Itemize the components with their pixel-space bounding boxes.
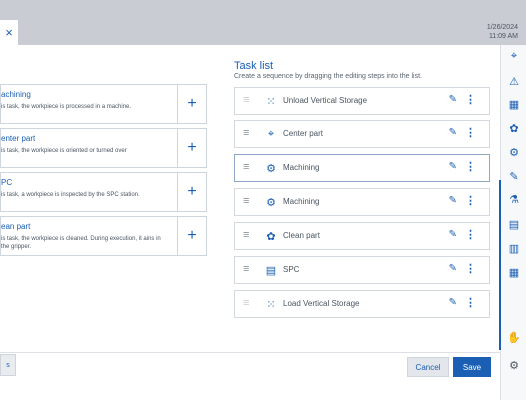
- footer-left-button[interactable]: s: [0, 354, 16, 376]
- task-name: Unload Vertical Storage: [283, 96, 368, 105]
- edit-icon[interactable]: ✎: [449, 263, 457, 274]
- add-step-button[interactable]: +: [177, 85, 206, 123]
- edit-icon[interactable]: ✎: [449, 127, 457, 138]
- add-step-button[interactable]: +: [177, 217, 206, 255]
- more-options-icon[interactable]: ⋮: [465, 262, 476, 275]
- task-item[interactable]: ≡ ▤ SPC ✎ ⋮: [234, 256, 490, 284]
- drag-handle-icon[interactable]: ≡: [243, 195, 249, 207]
- step-title: PC: [1, 178, 13, 187]
- edit-icon[interactable]: ✎: [449, 94, 457, 105]
- more-options-icon[interactable]: ⋮: [465, 160, 476, 173]
- time-text: 11:09 AM: [488, 33, 518, 40]
- step-description: is task, a workpiece is inspected by the…: [1, 192, 140, 198]
- more-options-icon[interactable]: ⋮: [465, 296, 476, 309]
- more-options-icon[interactable]: ⋮: [465, 126, 476, 139]
- step-card-center-part: enter part is task, the workpiece is ori…: [0, 128, 207, 168]
- task-item[interactable]: ≡ ⁙ Unload Vertical Storage ✎ ⋮: [234, 87, 490, 115]
- task-name: Clean part: [283, 231, 320, 240]
- machining-icon: ⚙: [266, 196, 276, 209]
- storage-icon: ⁙: [266, 298, 276, 311]
- documents-icon[interactable]: ▥: [507, 241, 521, 255]
- machine-icon[interactable]: ⚙: [507, 145, 521, 159]
- task-item[interactable]: ≡ ✿ Clean part ✎ ⋮: [234, 222, 490, 250]
- drag-handle-icon[interactable]: ≡: [243, 161, 249, 173]
- step-title: ean part: [1, 222, 31, 231]
- storage-icon[interactable]: ▦: [507, 265, 521, 279]
- warning-icon[interactable]: ⚠: [507, 74, 521, 88]
- grid-icon[interactable]: ▦: [507, 97, 521, 111]
- date-text: 1/26/2024: [486, 24, 518, 31]
- step-title: achining: [1, 90, 31, 99]
- clean-part-icon: ✿: [266, 230, 276, 243]
- drag-handle-icon[interactable]: ≡: [243, 229, 249, 241]
- datetime-display: 1/26/2024 11:09 AM: [487, 23, 518, 41]
- edit-icon[interactable]: ✎: [449, 161, 457, 172]
- hand-icon[interactable]: ✋: [507, 330, 521, 344]
- step-description: is task, the workpiece is cleaned. Durin…: [1, 236, 161, 250]
- step-description: is task, the workpiece is processed in a…: [1, 104, 132, 110]
- task-item[interactable]: ≡ ⚙ Machining ✎ ⋮: [234, 154, 490, 182]
- edit-icon[interactable]: ✎: [449, 229, 457, 240]
- step-card-machining: achining is task, the workpiece is proce…: [0, 84, 207, 124]
- top-bar: [0, 0, 526, 45]
- close-tab-button[interactable]: ×: [0, 20, 18, 45]
- drag-handle-icon[interactable]: ≡: [243, 263, 249, 275]
- more-options-icon[interactable]: ⋮: [465, 93, 476, 106]
- storage-icon: ⁙: [266, 95, 276, 108]
- center-part-icon: ⌖: [267, 127, 275, 140]
- step-card-spc: PC is task, a workpiece is inspected by …: [0, 172, 207, 212]
- drag-handle-icon[interactable]: ≡: [243, 297, 249, 309]
- document-icon[interactable]: ▤: [507, 217, 521, 231]
- more-options-icon[interactable]: ⋮: [465, 228, 476, 241]
- close-icon[interactable]: ×: [5, 25, 13, 40]
- right-sidebar: ⌖ ⚠ ▦ ✿ ⚙ ✎ ⚗ ▤ ▥ ▦ ✋ ⚙: [499, 45, 526, 400]
- step-description: is task, the workpiece is oriented or tu…: [1, 148, 127, 154]
- drag-handle-icon[interactable]: ≡: [243, 127, 249, 139]
- drag-handle-icon[interactable]: ≡: [243, 94, 249, 106]
- step-title: enter part: [1, 134, 36, 143]
- machining-icon: ⚙: [266, 162, 276, 175]
- spc-icon: ▤: [265, 264, 277, 277]
- task-name: Load Vertical Storage: [283, 299, 360, 308]
- add-step-button[interactable]: +: [177, 173, 206, 211]
- add-step-button[interactable]: +: [177, 129, 206, 167]
- robot-icon[interactable]: ✿: [507, 121, 521, 135]
- step-card-clean-part: ean part is task, the workpiece is clean…: [0, 216, 207, 256]
- task-name: SPC: [283, 265, 300, 274]
- clean-icon[interactable]: ⚗: [507, 192, 521, 206]
- task-list-title: Task list: [234, 60, 274, 72]
- edit-icon[interactable]: ✎: [449, 297, 457, 308]
- task-name: Machining: [283, 197, 320, 206]
- settings-icon[interactable]: ⚙: [507, 358, 521, 372]
- task-name: Machining: [283, 163, 320, 172]
- edit-icon[interactable]: ✎: [449, 195, 457, 206]
- sidebar-scroll-indicator[interactable]: [499, 180, 501, 350]
- task-name: Center part: [283, 129, 324, 138]
- part-icon[interactable]: ✎: [507, 169, 521, 183]
- save-button[interactable]: Save: [453, 357, 491, 377]
- more-options-icon[interactable]: ⋮: [465, 194, 476, 207]
- cancel-button[interactable]: Cancel: [407, 357, 449, 377]
- task-item[interactable]: ≡ ⁙ Load Vertical Storage ✎ ⋮: [234, 290, 490, 318]
- task-list-subtitle: Create a sequence by dragging the editin…: [234, 73, 422, 80]
- task-item[interactable]: ≡ ⚙ Machining ✎ ⋮: [234, 188, 490, 216]
- task-item[interactable]: ≡ ⌖ Center part ✎ ⋮: [234, 120, 490, 148]
- network-icon[interactable]: ⌖: [507, 49, 521, 63]
